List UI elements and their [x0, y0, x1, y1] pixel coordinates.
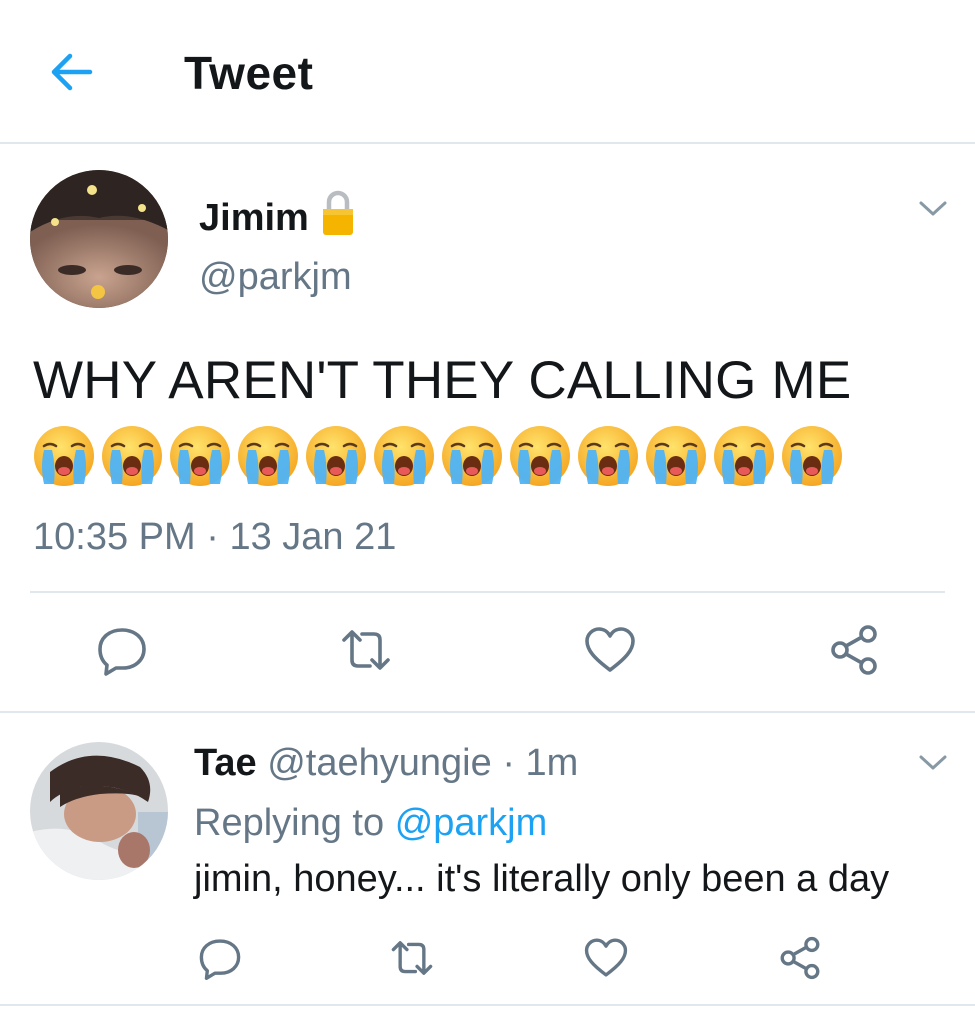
loudly-crying-face-icon [306, 426, 366, 486]
share-icon [831, 625, 877, 675]
retweet-icon [391, 941, 433, 975]
reply-author-handle[interactable]: @taehyungie [267, 742, 492, 784]
reply-icon [98, 628, 146, 676]
reply-button[interactable] [96, 624, 148, 676]
loudly-crying-face-icon [510, 426, 570, 486]
reply-avatar[interactable] [30, 742, 168, 880]
page-title: Tweet [184, 47, 314, 99]
divider [0, 711, 975, 713]
loudly-crying-face-icon [714, 426, 774, 486]
tweet-time: 10:35 PM [33, 516, 196, 558]
avatar[interactable] [30, 170, 168, 308]
top-bar: Tweet [0, 0, 975, 144]
reply-like-button[interactable] [584, 936, 628, 980]
divider [30, 591, 945, 593]
author-name[interactable]: Jimim [199, 190, 355, 246]
reply-separator: · [502, 742, 515, 784]
heart-icon [584, 938, 628, 977]
loudly-crying-face-icon [578, 426, 638, 486]
reply-header: Tae @taehyungie · 1m [194, 742, 578, 785]
tweet-options-chevron[interactable] [918, 198, 948, 218]
share-button[interactable] [828, 624, 880, 676]
reply-retweet-button[interactable] [390, 936, 434, 980]
divider [0, 1004, 975, 1006]
arrow-left-icon [51, 53, 93, 91]
reply-share-button[interactable] [778, 936, 822, 980]
loudly-crying-face-icon [646, 426, 706, 486]
reply-options-chevron[interactable] [918, 752, 948, 772]
lock-icon [321, 190, 355, 246]
reply-icon [199, 939, 241, 980]
retweet-button[interactable] [340, 624, 392, 676]
tweet-timestamp[interactable]: 10:35 PM · 13 Jan 21 [33, 516, 396, 559]
heart-icon [585, 627, 635, 672]
author-handle[interactable]: @parkjm [199, 256, 352, 299]
tweet-text: WHY AREN'T THEY CALLING ME [33, 351, 852, 410]
retweet-icon [342, 630, 390, 670]
tweet-date: 13 Jan 21 [229, 516, 397, 558]
loudly-crying-face-icon [238, 426, 298, 486]
replying-label: Replying to [194, 802, 385, 844]
loudly-crying-face-icon [102, 426, 162, 486]
back-button[interactable] [48, 52, 94, 92]
reply-reply-button[interactable] [198, 936, 242, 980]
loudly-crying-face-icon [170, 426, 230, 486]
reply-author-name[interactable]: Tae [194, 742, 257, 784]
like-button[interactable] [584, 624, 636, 676]
timestamp-separator: · [206, 516, 219, 558]
replying-mention-link[interactable]: @parkjm [395, 802, 548, 844]
loudly-crying-face-icon [374, 426, 434, 486]
replying-to: Replying to @parkjm [194, 802, 547, 845]
share-icon [780, 936, 820, 980]
loudly-crying-face-icon [442, 426, 502, 486]
reply-age: 1m [525, 742, 579, 784]
author-name-text: Jimim [199, 197, 309, 239]
chevron-down-icon [919, 755, 947, 770]
loudly-crying-face-icon [34, 426, 94, 486]
reply-text: jimin, honey... it's literally only been… [194, 858, 890, 900]
loudly-crying-face-icon [782, 426, 842, 486]
chevron-down-icon [919, 201, 947, 216]
emoji-row [30, 422, 846, 490]
